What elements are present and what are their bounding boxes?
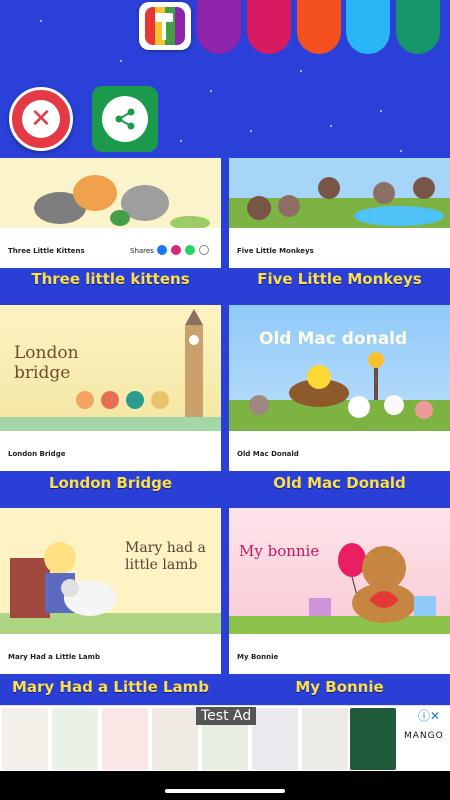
- color-swatch-green[interactable]: [396, 0, 440, 54]
- whatsapp-icon[interactable]: [185, 245, 195, 255]
- shares-label: Shares: [130, 247, 154, 255]
- thumbnail-title: My Bonnie: [237, 653, 279, 661]
- close-icon: ✕: [22, 100, 60, 138]
- paint-roller-icon: [145, 7, 185, 45]
- ad-product-image: [350, 708, 396, 770]
- thumbnail-image: [229, 158, 450, 228]
- ad-product-image: [152, 708, 198, 770]
- song-card-mary-had-a-little-lamb[interactable]: Mary had a little lamb Mary Had a Little…: [0, 508, 221, 674]
- thumbnail-title: Mary Had a Little Lamb: [8, 653, 100, 661]
- ad-product-image: [302, 708, 348, 770]
- thumbnail-image: Mary had a little lamb: [0, 508, 221, 634]
- thumbnail-title: Three Little Kittens: [8, 247, 85, 255]
- thumbnail-title: London Bridge: [8, 450, 66, 458]
- thumbnail-image: Old Mac donald: [229, 305, 450, 431]
- paint-theme-button[interactable]: [139, 2, 191, 50]
- thumbnail-title: Old Mac Donald: [237, 450, 299, 458]
- home-gesture-handle[interactable]: [165, 789, 285, 793]
- color-swatch-pink[interactable]: [247, 0, 291, 54]
- thumbnail-image: My bonnie: [229, 508, 450, 634]
- song-label[interactable]: Old Mac Donald: [229, 474, 450, 492]
- ad-brand-logo: MANGO: [404, 731, 444, 741]
- song-card-five-little-monkeys[interactable]: Five Little Monkeys: [229, 158, 450, 268]
- art-title: My bonnie: [239, 542, 320, 560]
- song-card-london-bridge[interactable]: London bridge London Bridge: [0, 305, 221, 471]
- color-swatch-purple[interactable]: [197, 0, 241, 54]
- art-title: Old Mac donald: [259, 329, 408, 349]
- ad-product-image: [102, 708, 148, 770]
- test-ad-badge: Test Ad: [196, 707, 257, 725]
- ad-product-image: [52, 708, 98, 770]
- song-label[interactable]: Three little kittens: [0, 270, 221, 288]
- song-label[interactable]: London Bridge: [0, 474, 221, 492]
- song-label[interactable]: My Bonnie: [229, 678, 450, 696]
- art-title: London bridge: [14, 343, 79, 383]
- thumbnail-image: [0, 158, 221, 230]
- song-card-my-bonnie[interactable]: My bonnie My Bonnie: [229, 508, 450, 674]
- plus-icon[interactable]: [199, 245, 209, 255]
- song-label[interactable]: Mary Had a Little Lamb: [0, 678, 221, 696]
- art-title: Mary had a little lamb: [125, 540, 206, 573]
- share-icon: [102, 96, 148, 142]
- thumbnail-title: Five Little Monkeys: [237, 247, 314, 255]
- song-card-three-little-kittens[interactable]: Three Little Kittens Shares: [0, 158, 221, 268]
- thumbnail-image: London bridge: [0, 305, 221, 431]
- close-button[interactable]: ✕: [9, 87, 73, 151]
- instagram-icon[interactable]: [171, 245, 181, 255]
- ad-product-image: [2, 708, 48, 770]
- ad-product-image: [252, 708, 298, 770]
- song-label[interactable]: Five Little Monkeys: [229, 270, 450, 288]
- color-swatch-blue[interactable]: [346, 0, 390, 54]
- share-button[interactable]: [92, 86, 158, 152]
- ad-info-close-icon[interactable]: ⓘ✕: [418, 707, 440, 724]
- system-navigation-bar: [0, 771, 450, 800]
- color-swatch-orange[interactable]: [297, 0, 341, 54]
- facebook-icon[interactable]: [157, 245, 167, 255]
- song-card-old-mac-donald[interactable]: Old Mac donald Old Mac Donald: [229, 305, 450, 471]
